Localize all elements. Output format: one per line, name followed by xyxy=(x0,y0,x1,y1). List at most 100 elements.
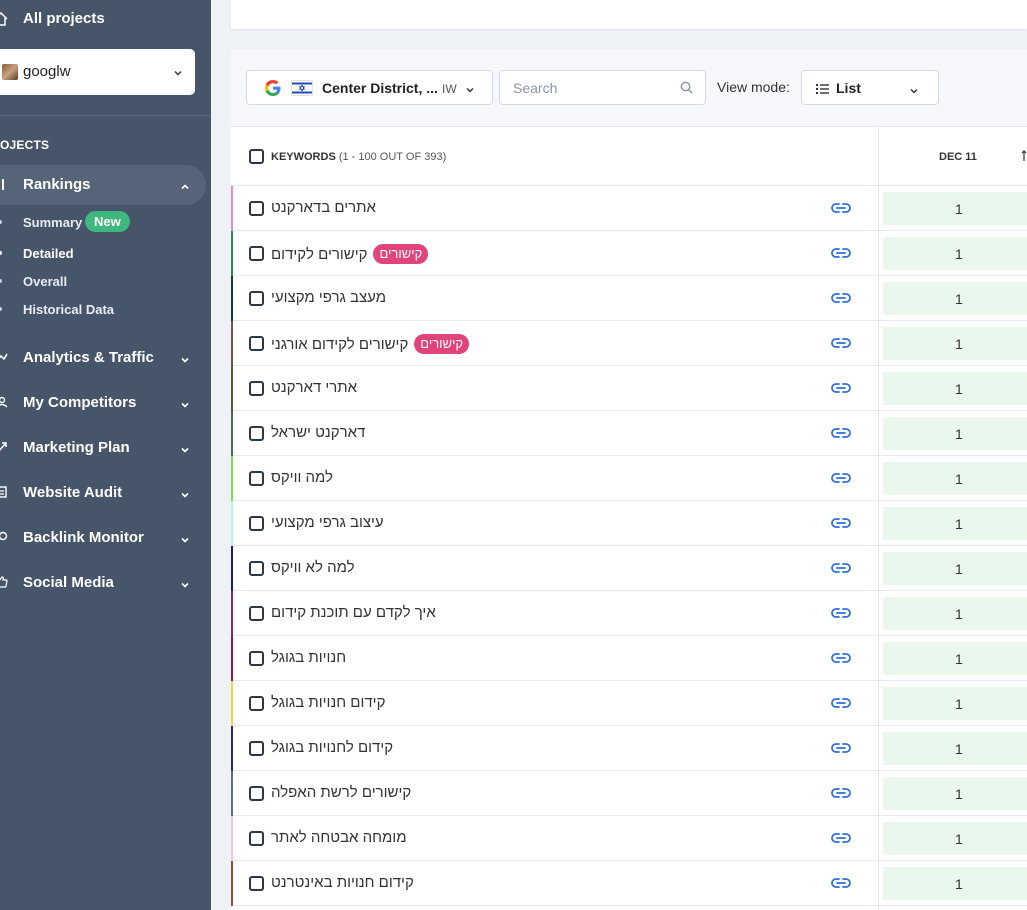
row-checkbox[interactable] xyxy=(249,291,264,306)
keyword-tag[interactable]: קישורים xyxy=(414,334,470,354)
row-checkbox[interactable] xyxy=(249,516,264,531)
keyword-color-bar xyxy=(231,186,233,231)
table-row[interactable]: קידום חנויות בגוגל 1 xyxy=(231,681,1027,726)
row-checkbox[interactable] xyxy=(249,471,264,486)
link-icon[interactable] xyxy=(831,471,851,489)
rank-cell: 1 xyxy=(883,192,1027,225)
search-input[interactable] xyxy=(500,71,670,104)
row-checkbox[interactable] xyxy=(249,246,264,261)
keyword-color-bar xyxy=(231,276,233,321)
row-checkbox[interactable] xyxy=(249,606,264,621)
link-icon[interactable] xyxy=(831,246,851,264)
view-mode-selector[interactable]: List xyxy=(801,70,939,105)
project-selector[interactable]: googlw xyxy=(0,49,195,95)
keyword-cell[interactable]: אתרים בדארקנט xyxy=(271,199,376,216)
link-icon[interactable] xyxy=(831,426,851,444)
table-row[interactable]: קישורים לקידום אורגני קישורים 1 xyxy=(231,321,1027,366)
link-icon[interactable] xyxy=(831,561,851,579)
row-checkbox[interactable] xyxy=(249,561,264,576)
keyword-cell[interactable]: למה וויקס xyxy=(271,469,333,486)
nav-my-competitors[interactable]: My Competitors xyxy=(0,391,211,415)
nav-backlink-monitor[interactable]: Backlink Monitor xyxy=(0,526,211,550)
rank-value: 1 xyxy=(955,516,963,532)
table-row[interactable]: חנויות בגוגל 1 xyxy=(231,636,1027,681)
table-row[interactable]: אתרים בדארקנט 1 xyxy=(231,186,1027,231)
keyword-text: למה וויקס xyxy=(271,469,333,486)
bar-chart-icon xyxy=(0,177,6,194)
link-icon[interactable] xyxy=(831,291,851,309)
keyword-cell[interactable]: אתרי דארקנט xyxy=(271,379,357,396)
row-checkbox[interactable] xyxy=(249,381,264,396)
keyword-search[interactable] xyxy=(499,70,706,105)
table-row[interactable]: מומחה אבטחה לאתר 1 xyxy=(231,816,1027,861)
link-icon[interactable] xyxy=(831,516,851,534)
table-row[interactable]: למה לא וויקס 1 xyxy=(231,546,1027,591)
rank-cell: 1 xyxy=(883,552,1027,585)
rank-value: 1 xyxy=(955,741,963,757)
keyword-cell[interactable]: קישורים לרשת האפלה xyxy=(271,784,411,801)
row-checkbox[interactable] xyxy=(249,876,264,891)
keyword-cell[interactable]: קישורים לקידום קישורים xyxy=(271,244,429,264)
row-checkbox[interactable] xyxy=(249,426,264,441)
row-checkbox[interactable] xyxy=(249,336,264,351)
keyword-cell[interactable]: קישורים לקידום אורגני קישורים xyxy=(271,334,470,354)
keyword-cell[interactable]: מעצב גרפי מקצועי xyxy=(271,289,386,306)
all-projects-link[interactable]: All projects xyxy=(0,8,200,30)
nav-website-audit[interactable]: Website Audit xyxy=(0,481,211,505)
keyword-cell[interactable]: מומחה אבטחה לאתר xyxy=(271,829,407,846)
row-checkbox[interactable] xyxy=(249,786,264,801)
table-row[interactable]: קידום חנויות באינטרנט 1 xyxy=(231,861,1027,906)
date-column-header[interactable]: DEC 11 xyxy=(939,151,977,163)
keyword-color-bar xyxy=(231,771,233,816)
project-avatar xyxy=(2,64,18,80)
row-checkbox[interactable] xyxy=(249,651,264,666)
link-icon[interactable] xyxy=(831,741,851,759)
link-icon[interactable] xyxy=(831,381,851,399)
nav-marketing-plan[interactable]: Marketing Plan xyxy=(0,436,211,460)
view-mode-value: List xyxy=(836,80,861,96)
project-name: googlw xyxy=(23,63,71,80)
link-icon[interactable] xyxy=(831,876,851,894)
keyword-cell[interactable]: למה לא וויקס xyxy=(271,559,355,576)
keyword-color-bar xyxy=(231,816,233,861)
keyword-color-bar xyxy=(231,546,233,591)
table-row[interactable]: למה וויקס 1 xyxy=(231,456,1027,501)
table-row[interactable]: אתרי דארקנט 1 xyxy=(231,366,1027,411)
keyword-cell[interactable]: איך לקדם עם תוכנת קידום xyxy=(271,604,436,621)
link-icon[interactable] xyxy=(831,201,851,219)
link-icon[interactable] xyxy=(831,831,851,849)
table-row[interactable]: איך לקדם עם תוכנת קידום 1 xyxy=(231,591,1027,636)
table-row[interactable]: קישורים לרשת האפלה 1 xyxy=(231,771,1027,816)
rank-value: 1 xyxy=(955,561,963,577)
link-icon[interactable] xyxy=(831,786,851,804)
row-checkbox[interactable] xyxy=(249,696,264,711)
row-checkbox[interactable] xyxy=(249,201,264,216)
keyword-cell[interactable]: חנויות בגוגל xyxy=(271,649,346,666)
keyword-cell[interactable]: דארקנט ישראל xyxy=(271,424,365,441)
link-icon[interactable] xyxy=(831,606,851,624)
table-row[interactable]: קישורים לקידום קישורים 1 xyxy=(231,231,1027,276)
nav-social-media[interactable]: Social Media xyxy=(0,571,211,595)
row-checkbox[interactable] xyxy=(249,741,264,756)
table-row[interactable]: מעצב גרפי מקצועי 1 xyxy=(231,276,1027,321)
table-row[interactable]: קידום לחנויות בגוגל 1 xyxy=(231,726,1027,771)
select-all-checkbox[interactable] xyxy=(249,149,264,164)
link-icon[interactable] xyxy=(831,696,851,714)
keyword-tag[interactable]: קישורים xyxy=(373,244,429,264)
link-icon[interactable] xyxy=(831,651,851,669)
keyword-cell[interactable]: קידום חנויות בגוגל xyxy=(271,694,385,711)
keyword-cell[interactable]: עיצוב גרפי מקצועי xyxy=(271,514,384,531)
keyword-cell[interactable]: קידום חנויות באינטרנט xyxy=(271,874,414,891)
nav-rankings[interactable]: Rankings xyxy=(0,173,211,197)
table-row[interactable]: עיצוב גרפי מקצועי 1 xyxy=(231,501,1027,546)
keyword-color-bar xyxy=(231,231,233,276)
table-row[interactable]: דארקנט ישראל 1 xyxy=(231,411,1027,456)
keywords-column-header[interactable]: KEYWORDS (1 - 100 OUT OF 393) xyxy=(271,151,446,163)
keyword-cell[interactable]: קידום לחנויות בגוגל xyxy=(271,739,393,756)
location-selector[interactable]: Center District, ... IW xyxy=(246,70,493,105)
nav-analytics-traffic[interactable]: Analytics & Traffic xyxy=(0,346,211,370)
chevron-down-icon xyxy=(180,532,190,549)
row-checkbox[interactable] xyxy=(249,831,264,846)
sort-arrow-icon[interactable] xyxy=(1021,149,1027,167)
link-icon[interactable] xyxy=(831,336,851,354)
